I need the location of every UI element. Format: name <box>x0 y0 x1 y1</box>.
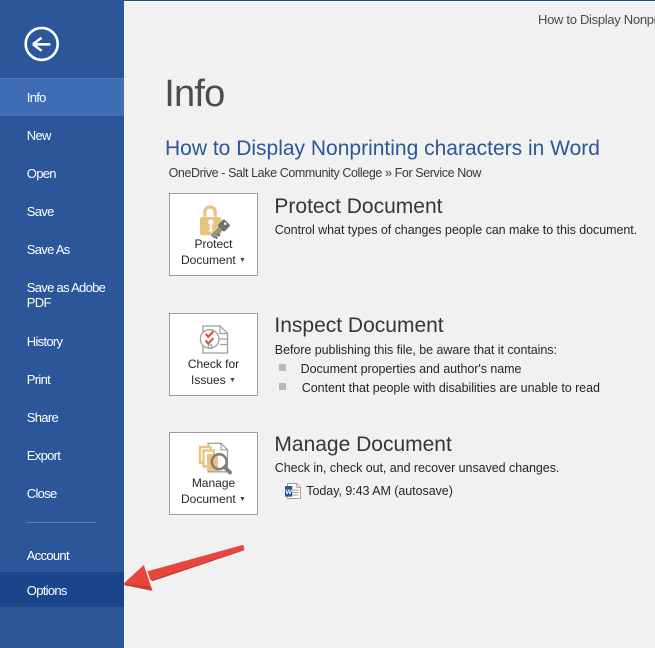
svg-text:W: W <box>285 489 292 496</box>
